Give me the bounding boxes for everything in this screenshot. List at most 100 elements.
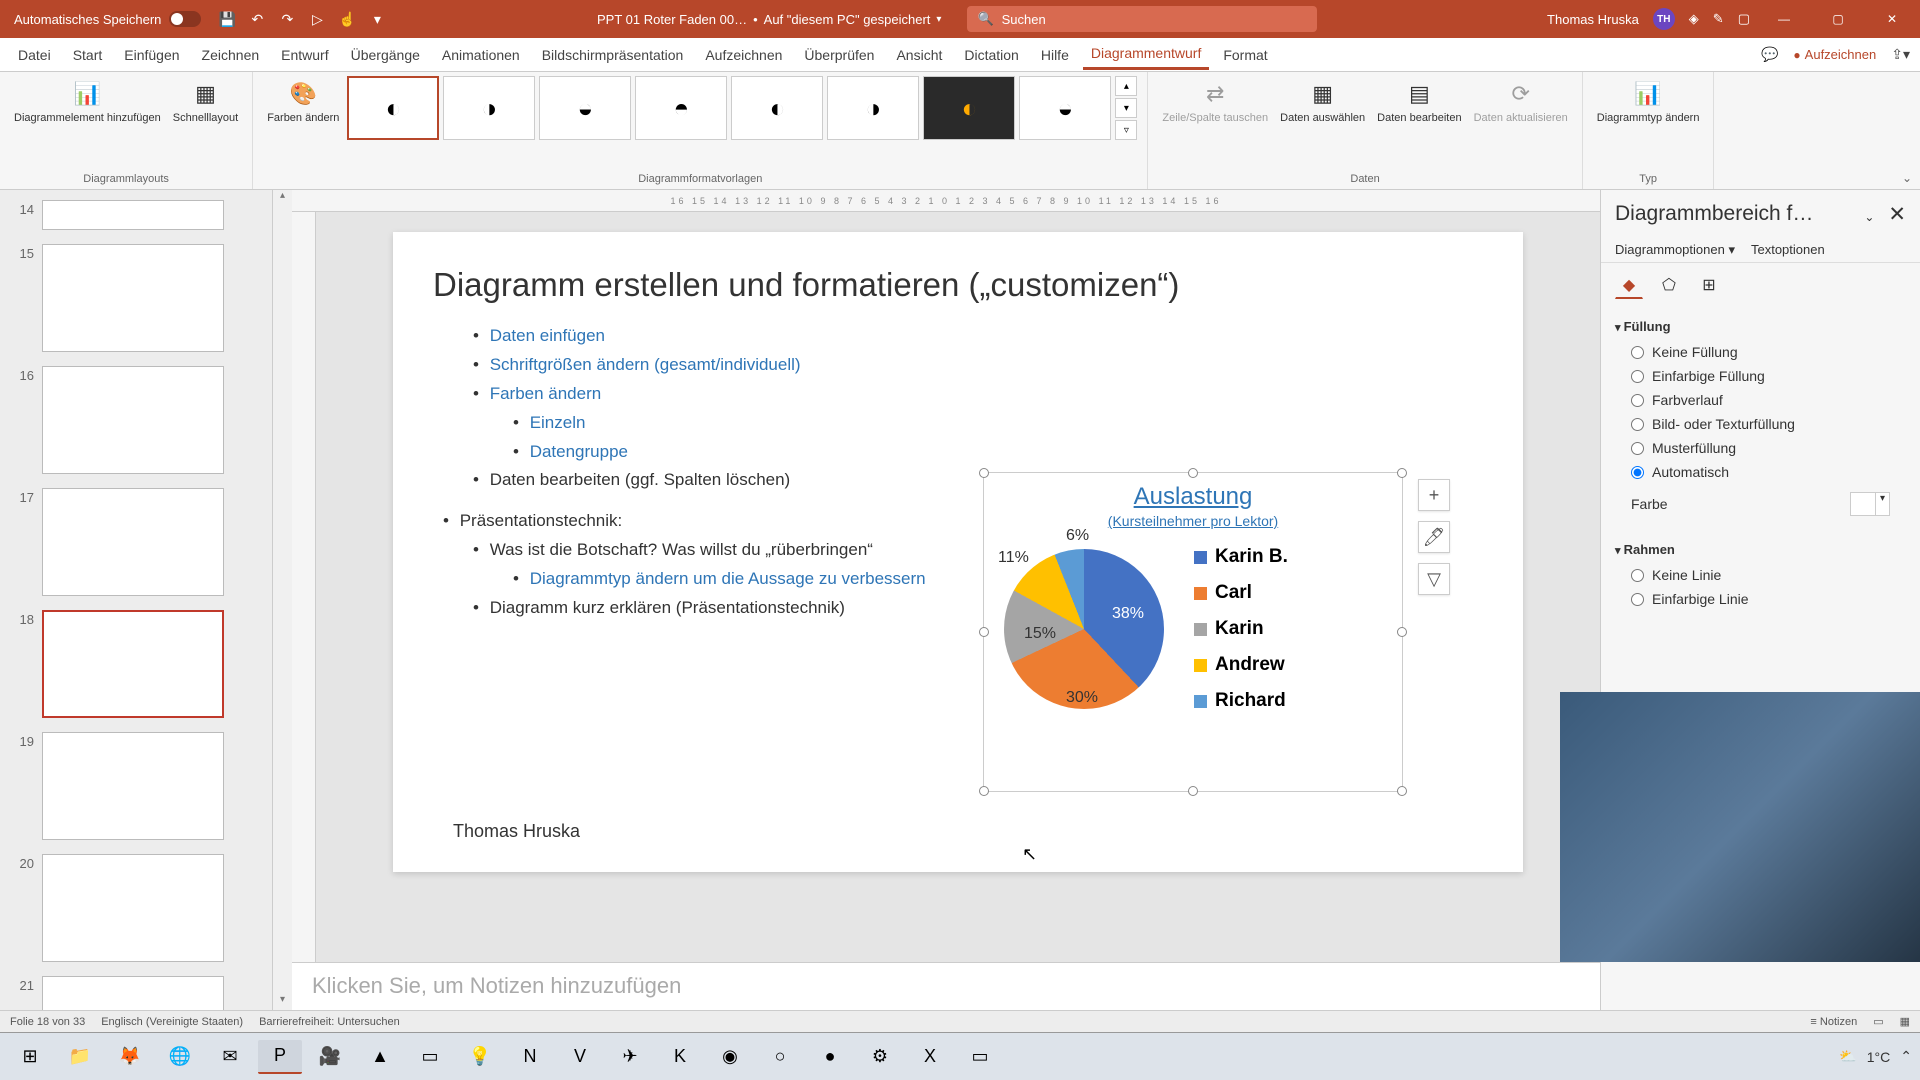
- pane-dropdown-icon[interactable]: ⌄: [1864, 210, 1874, 224]
- chart-legend[interactable]: Karin B. Carl Karin Andrew Richard: [1194, 546, 1288, 712]
- chart-object[interactable]: Auslastung (Kursteilnehmer pro Lektor) 3…: [983, 472, 1403, 792]
- autosave-toggle[interactable]: [169, 11, 201, 27]
- chart-styles-icon[interactable]: 🖊: [1418, 521, 1450, 553]
- powerpoint-icon[interactable]: P: [258, 1040, 302, 1074]
- fill-option-solid[interactable]: Einfarbige Füllung: [1631, 368, 1906, 384]
- thumb-14[interactable]: [42, 200, 224, 230]
- slide-title[interactable]: Diagramm erstellen und formatieren („cus…: [433, 266, 1483, 304]
- user-name[interactable]: Thomas Hruska: [1547, 12, 1639, 27]
- tab-zeichnen[interactable]: Zeichnen: [194, 41, 268, 69]
- chrome-icon[interactable]: 🌐: [158, 1040, 202, 1074]
- settings-icon[interactable]: ⚙: [858, 1040, 902, 1074]
- pen-icon[interactable]: ✎: [1713, 11, 1724, 27]
- gallery-more-icon[interactable]: ▿: [1115, 120, 1137, 140]
- thumbnail-scrollbar[interactable]: ▴▾: [272, 190, 292, 1010]
- gallery-up-icon[interactable]: ▴: [1115, 76, 1137, 96]
- maximize-button[interactable]: ▢: [1818, 5, 1858, 33]
- edit-data-button[interactable]: ▤Daten bearbeiten: [1373, 76, 1465, 127]
- style-2[interactable]: ◑: [443, 76, 535, 140]
- thumb-21[interactable]: [42, 976, 224, 1010]
- search-input[interactable]: 🔍 Suchen: [967, 6, 1317, 32]
- fill-line-icon[interactable]: ◆: [1615, 271, 1643, 299]
- comments-icon[interactable]: 💬: [1761, 46, 1778, 63]
- quick-layout-button[interactable]: ▦Schnelllayout: [169, 76, 242, 127]
- share-icon[interactable]: ⇪▾: [1891, 46, 1910, 63]
- view-normal-icon[interactable]: ▭: [1873, 1015, 1883, 1028]
- redo-icon[interactable]: ↷: [277, 9, 297, 29]
- pie-chart[interactable]: 38% 30% 15% 11% 6%: [994, 539, 1174, 719]
- bullet-link[interactable]: Datengruppe: [530, 442, 628, 461]
- thumb-16[interactable]: [42, 366, 224, 474]
- more-icon[interactable]: ▾: [367, 9, 387, 29]
- tab-einfuegen[interactable]: Einfügen: [116, 41, 187, 69]
- tab-start[interactable]: Start: [65, 41, 111, 69]
- save-icon[interactable]: 💾: [217, 9, 237, 29]
- status-notes[interactable]: ≡ Notizen: [1810, 1016, 1857, 1028]
- border-option-none[interactable]: Keine Linie: [1631, 567, 1906, 583]
- status-accessibility[interactable]: Barrierefreiheit: Untersuchen: [259, 1016, 400, 1028]
- onenote-icon[interactable]: N: [508, 1040, 552, 1074]
- style-8[interactable]: ◒: [1019, 76, 1111, 140]
- status-lang[interactable]: Englisch (Vereinigte Staaten): [101, 1016, 243, 1028]
- fill-option-none[interactable]: Keine Füllung: [1631, 344, 1906, 360]
- tab-ueberpruefen[interactable]: Überprüfen: [796, 41, 882, 69]
- fill-option-picture[interactable]: Bild- oder Texturfüllung: [1631, 416, 1906, 432]
- thumb-17[interactable]: [42, 488, 224, 596]
- size-icon[interactable]: ⊞: [1695, 271, 1723, 299]
- notes-pane[interactable]: Klicken Sie, um Notizen hinzuzufügen: [292, 962, 1600, 1010]
- style-5[interactable]: ◐: [731, 76, 823, 140]
- diamond-icon[interactable]: ◈: [1689, 11, 1699, 27]
- start-slideshow-icon[interactable]: ▷: [307, 9, 327, 29]
- thumb-20[interactable]: [42, 854, 224, 962]
- tab-aufzeichnen[interactable]: Aufzeichnen: [697, 41, 790, 69]
- save-status[interactable]: Auf "diesem PC" gespeichert: [764, 12, 931, 27]
- fill-color-button[interactable]: [1850, 492, 1890, 516]
- chart-title[interactable]: Auslastung: [984, 483, 1402, 511]
- bullet-link[interactable]: Daten einfügen: [490, 326, 605, 345]
- add-chart-element-button[interactable]: 📊Diagrammelement hinzufügen: [10, 76, 165, 127]
- fill-option-gradient[interactable]: Farbverlauf: [1631, 392, 1906, 408]
- tab-datei[interactable]: Datei: [10, 41, 59, 69]
- record-button[interactable]: Aufzeichnen: [1784, 42, 1885, 67]
- tab-diagrammentwurf[interactable]: Diagrammentwurf: [1083, 39, 1209, 70]
- chart-elements-icon[interactable]: +: [1418, 479, 1450, 511]
- view-sorter-icon[interactable]: ▦: [1900, 1015, 1910, 1028]
- tab-uebergaenge[interactable]: Übergänge: [343, 41, 428, 69]
- tab-format[interactable]: Format: [1215, 41, 1275, 69]
- collapse-ribbon-icon[interactable]: ⌄: [1902, 171, 1912, 185]
- slide-canvas[interactable]: Diagramm erstellen und formatieren („cus…: [393, 232, 1523, 872]
- bullet-link[interactable]: Farben ändern: [490, 384, 602, 403]
- vlc-icon[interactable]: ▲: [358, 1040, 402, 1074]
- thumb-18[interactable]: [42, 610, 224, 718]
- select-data-button[interactable]: ▦Daten auswählen: [1276, 76, 1369, 127]
- chart-filters-icon[interactable]: ▽: [1418, 563, 1450, 595]
- minimize-button[interactable]: —: [1764, 5, 1804, 33]
- fill-option-pattern[interactable]: Musterfüllung: [1631, 440, 1906, 456]
- change-colors-button[interactable]: 🎨Farben ändern: [263, 76, 343, 127]
- tab-dictation[interactable]: Dictation: [956, 41, 1026, 69]
- app-icon[interactable]: K: [658, 1040, 702, 1074]
- temperature[interactable]: 1°C: [1867, 1049, 1891, 1065]
- fill-option-auto[interactable]: Automatisch: [1631, 464, 1906, 480]
- chart-styles-gallery[interactable]: ◐ ◑ ◒ ◓ ◐ ◑ ◐ ◒ ▴ ▾ ▿: [347, 76, 1137, 140]
- tab-entwurf[interactable]: Entwurf: [273, 41, 336, 69]
- style-7[interactable]: ◐: [923, 76, 1015, 140]
- telegram-icon[interactable]: ✈: [608, 1040, 652, 1074]
- pane-tab-text-options[interactable]: Textoptionen: [1751, 242, 1825, 258]
- chart-subtitle[interactable]: (Kursteilnehmer pro Lektor): [984, 513, 1402, 529]
- style-4[interactable]: ◓: [635, 76, 727, 140]
- app-icon[interactable]: 🎥: [308, 1040, 352, 1074]
- firefox-icon[interactable]: 🦊: [108, 1040, 152, 1074]
- app-icon[interactable]: ●: [808, 1040, 852, 1074]
- excel-icon[interactable]: X: [908, 1040, 952, 1074]
- start-menu-icon[interactable]: ⊞: [8, 1040, 52, 1074]
- app-icon[interactable]: ○: [758, 1040, 802, 1074]
- bullet-link[interactable]: Einzeln: [530, 413, 586, 432]
- thumb-15[interactable]: [42, 244, 224, 352]
- fill-section-header[interactable]: Füllung: [1615, 315, 1906, 338]
- screen-icon[interactable]: ▢: [1738, 11, 1750, 27]
- undo-icon[interactable]: ↶: [247, 9, 267, 29]
- document-name[interactable]: PPT 01 Roter Faden 00…: [597, 12, 747, 27]
- style-3[interactable]: ◒: [539, 76, 631, 140]
- close-button[interactable]: ✕: [1872, 5, 1912, 33]
